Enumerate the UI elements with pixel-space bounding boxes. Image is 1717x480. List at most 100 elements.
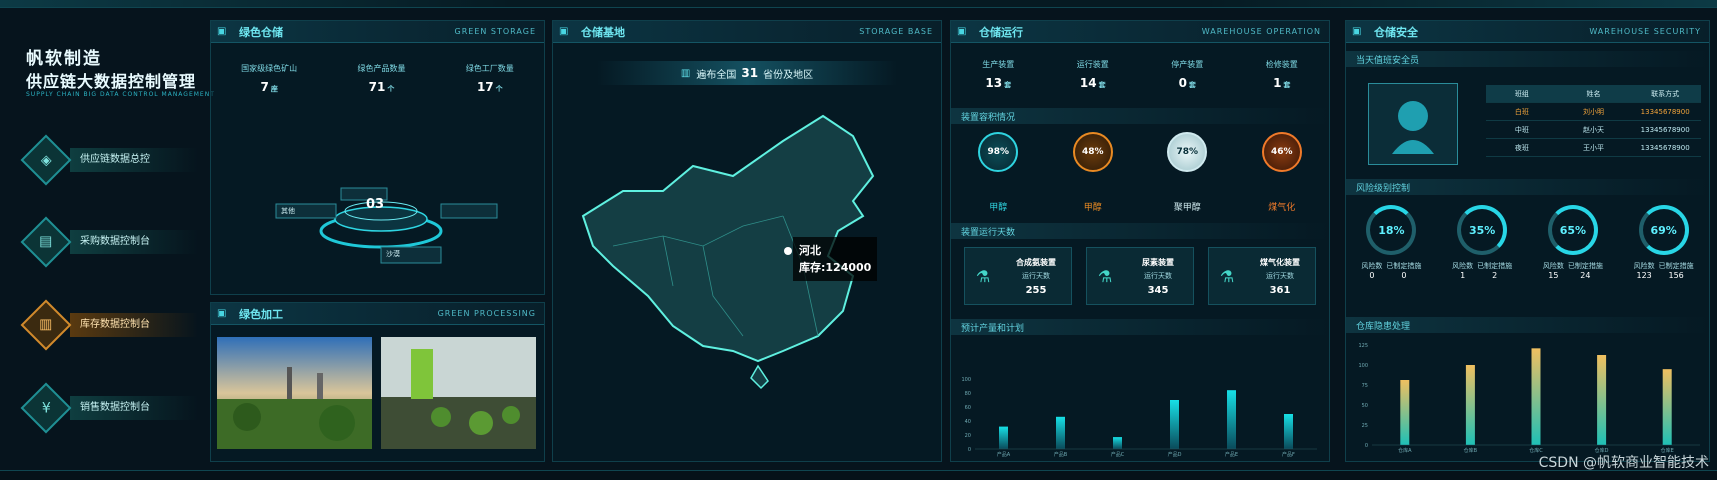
plan-bar-chart: 0 20 40 60 80 100 产品A 产品B 产品C 产品D 产品E 产品F: [961, 377, 1317, 458]
y-tick-label: 60: [965, 405, 971, 411]
risk-ring: 69% 风险数 123 已制定措施 156: [1634, 205, 1694, 280]
coverage-prefix: 遍布全国: [696, 69, 737, 81]
table-row: 中班 赵小天 13345678900: [1486, 121, 1701, 139]
risk-ring: 18% 风险数 0 已制定措施 0: [1361, 205, 1421, 280]
capacity-gauge: 46% 煤气化: [1261, 132, 1302, 213]
panel-title-en: GREEN STORAGE: [454, 27, 536, 36]
bar: [999, 426, 1008, 449]
nav-label: 采购数据控制台: [70, 230, 198, 254]
nav-item-sales[interactable]: ¥ 销售数据控制台: [20, 382, 198, 434]
x-tick-label: 产品C: [1111, 451, 1125, 458]
nav-label: 销售数据控制台: [70, 396, 198, 420]
hazard-bar-chart: 0255075100125仓库A 仓库B 仓库C 仓库D 仓库E: [1358, 343, 1700, 454]
stat-products: 绿色产品数量 71 个: [357, 64, 406, 94]
warehouse-icon: ▥: [20, 299, 72, 351]
storage-base-panel: ▣ 仓储基地 STORAGE BASE ▥ 遍布全国 31 省份及地区 河北 库…: [552, 20, 942, 462]
tank-icon: ⚗: [1219, 266, 1235, 286]
panel-title: 绿色仓储: [239, 25, 283, 39]
bar: [1597, 355, 1607, 445]
bar: [1465, 365, 1475, 445]
bar: [1400, 380, 1410, 445]
map-tooltip: 河北 库存:124000: [793, 237, 878, 281]
panel-title: 仓储安全: [1374, 25, 1418, 39]
hazard-title: 仓库隐患处理: [1346, 317, 1709, 333]
coverage-banner: ▥ 遍布全国 31 省份及地区: [597, 61, 897, 85]
shield-icon: ◈: [20, 134, 72, 186]
document-icon: ▤: [20, 216, 72, 268]
y-tick-label: 50: [1362, 403, 1368, 409]
y-tick-label: 20: [965, 433, 971, 439]
y-tick-label: 75: [1362, 383, 1368, 389]
nav-item-supply-chain[interactable]: ◈ 供应链数据总控: [20, 134, 198, 186]
x-tick-label: 产品A: [997, 451, 1011, 458]
risk-title: 风险级别控制: [1346, 179, 1709, 195]
x-tick-label: 仓库B: [1464, 447, 1478, 454]
page-title: 供应链大数据控制管理: [26, 72, 197, 91]
nav-item-inventory[interactable]: ▥ 库存数据控制台: [20, 299, 198, 351]
coverage-suffix: 省份及地区: [763, 69, 814, 81]
risk-rings: 18% 风险数 0 已制定措施 0 35% 风险数 1 已制定措施 2 65% 风险数 15 已…: [1346, 205, 1709, 280]
y-tick-label: 40: [965, 419, 971, 425]
stat-mines: 国家级绿色矿山 7座: [241, 64, 298, 94]
x-tick-label: 仓库A: [1398, 447, 1412, 454]
running-card: ⚗ 煤气化装置 运行天数 361: [1208, 247, 1316, 305]
currency-icon: ¥: [20, 382, 72, 434]
scan-icon: ▣: [217, 26, 227, 37]
bar: [1531, 348, 1541, 445]
y-tick-label: 100: [961, 377, 971, 383]
coverage-count: 31: [741, 66, 759, 80]
y-tick-label: 25: [1362, 423, 1368, 429]
x-tick-label: 产品F: [1282, 451, 1295, 458]
bar: [1662, 369, 1672, 445]
panel-header: ▣ 仓储运行 WAREHOUSE OPERATION: [951, 21, 1329, 43]
stat-production: 生产装置 13 套: [982, 60, 1015, 90]
brand-name: 帆软制造: [26, 49, 102, 69]
capacity-gauge: 78% 聚甲醇: [1167, 132, 1208, 213]
building-icon: ▥: [680, 67, 691, 79]
table-header: 班组 姓名 联系方式: [1486, 85, 1701, 103]
operation-panel: ▣ 仓储运行 WAREHOUSE OPERATION 生产装置 13 套 运行装置 1…: [950, 20, 1330, 462]
greenhouse-image: [381, 337, 536, 449]
x-tick-label: 产品D: [1168, 451, 1182, 458]
stat-running: 运行装置 14 套: [1076, 60, 1109, 90]
bottom-border: [0, 470, 1717, 480]
capacity-gauges: 98% 甲醇 48% 甲醇 78% 聚甲醇 46% 煤气化: [951, 132, 1329, 213]
scan-icon: ▣: [957, 26, 967, 37]
officer-title: 当天值班安全员: [1346, 51, 1709, 67]
bar: [1170, 400, 1179, 449]
nav-label: 库存数据控制台: [70, 313, 198, 337]
y-tick-label: 0: [968, 447, 971, 453]
china-map[interactable]: [553, 96, 941, 456]
panel-title-en: STORAGE BASE: [859, 27, 933, 36]
panel-header: ▣ 仓储基地 STORAGE BASE: [553, 21, 941, 43]
safety-panel: ▣ 仓储安全 WAREHOUSE SECURITY 当天值班安全员 班组 姓名 联系…: [1345, 20, 1710, 462]
risk-ring: 65% 风险数 15 已制定措施 24: [1543, 205, 1603, 280]
watermark: CSDN @帆软商业智能技术: [1538, 455, 1709, 471]
running-card: ⚗ 尿素装置 运行天数 345: [1086, 247, 1194, 305]
factory-image: [217, 337, 372, 449]
top-border: [0, 0, 1717, 8]
bar: [1284, 414, 1293, 449]
tag-bottom: 沙漠: [386, 250, 400, 258]
panel-header: ▣ 仓储安全 WAREHOUSE SECURITY: [1346, 21, 1709, 43]
face-icon: [1368, 83, 1458, 165]
nav-label: 供应链数据总控: [70, 148, 198, 172]
stat-maintenance: 检修装置 1 套: [1265, 60, 1298, 90]
panel-title: 仓储运行: [979, 25, 1023, 39]
scan-icon: ▣: [217, 308, 227, 319]
stat-stopped: 停产装置 0 套: [1171, 60, 1204, 90]
nav-item-purchase[interactable]: ▤ 采购数据控制台: [20, 216, 198, 268]
running-card: ⚗ 合成氨装置 运行天数 255: [964, 247, 1072, 305]
capacity-gauge: 48% 甲醇: [1072, 132, 1113, 213]
panel-header: ▣ 绿色仓储 GREEN STORAGE: [211, 21, 544, 43]
bar: [1056, 416, 1065, 449]
plan-title: 预计产量和计划: [951, 319, 1329, 335]
panel-title-en: WAREHOUSE OPERATION: [1201, 27, 1321, 36]
y-tick-label: 80: [965, 391, 971, 397]
scan-icon: ▣: [559, 26, 569, 37]
table-row: 白班 刘小明 13345678900: [1486, 103, 1701, 121]
risk-ring: 35% 风险数 1 已制定措施 2: [1452, 205, 1512, 280]
y-tick-label: 100: [1358, 363, 1368, 369]
table-row: 夜班 王小平 13345678900: [1486, 139, 1701, 157]
tank-icon: ⚗: [975, 266, 991, 286]
